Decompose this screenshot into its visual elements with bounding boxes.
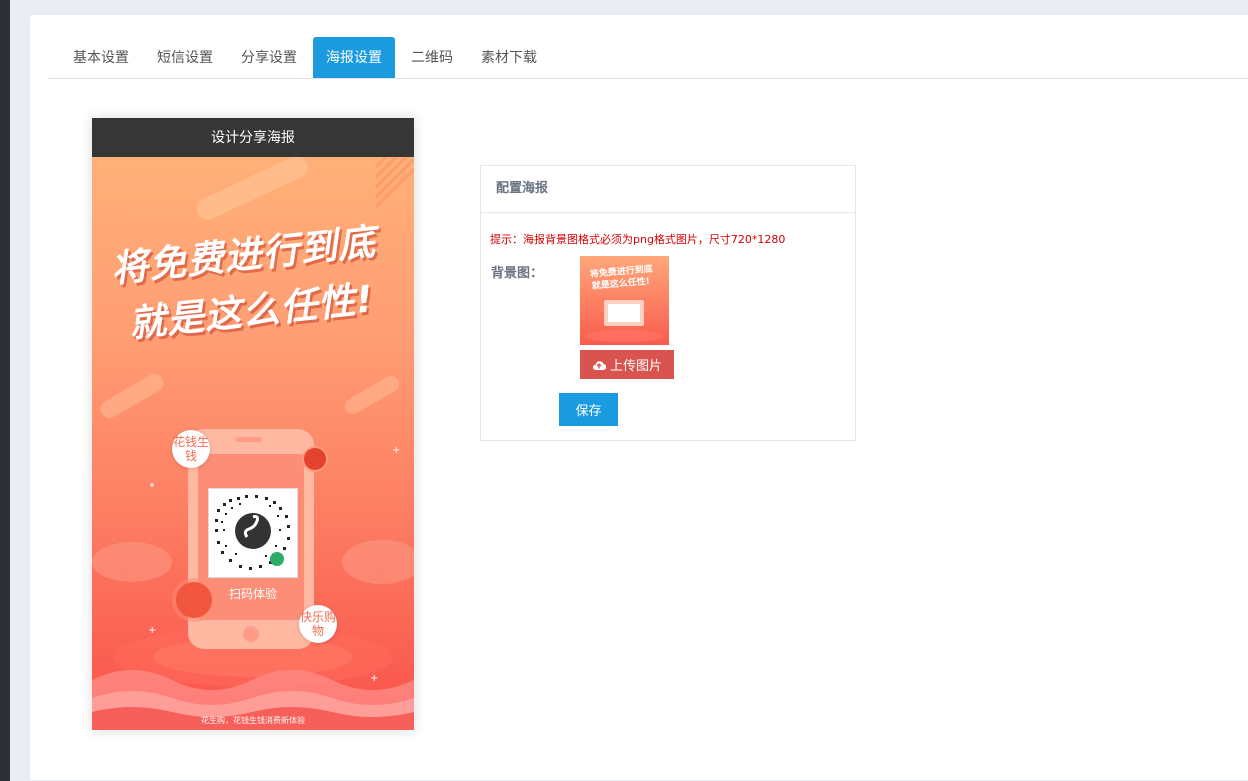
poster-preview: 设计分享海报 + + + 将免费进行到底 就是这么任性! 扫码体验 花钱生钱 快… <box>92 118 414 730</box>
tab-material-download[interactable]: 素材下载 <box>468 37 550 78</box>
tab-poster-settings[interactable]: 海报设置 <box>313 37 395 78</box>
poster-canvas: + + + 将免费进行到底 就是这么任性! 扫码体验 花钱生钱 快乐购物 花生购… <box>92 157 414 730</box>
card-title: 配置海报 <box>481 166 855 213</box>
svg-text:+: + <box>148 625 156 636</box>
bubble-make-money: 花钱生钱 <box>172 430 210 468</box>
tab-share-settings[interactable]: 分享设置 <box>228 37 310 78</box>
svg-text:+: + <box>392 445 400 456</box>
phone-coin-icon <box>176 582 212 618</box>
format-hint: 提示：海报背景图格式必须为png格式图片，尺寸720*1280 <box>490 233 786 246</box>
poster-footer: 花生购，花钱生钱消费新体验 <box>201 716 305 725</box>
save-button[interactable]: 保存 <box>559 393 618 426</box>
cloud-upload-icon <box>593 360 606 370</box>
main-panel: 基本设置 短信设置 分享设置 海报设置 二维码 素材下载 设计分享海报 + + … <box>30 15 1248 780</box>
poster-config-card: 配置海报 提示：海报背景图格式必须为png格式图片，尺寸720*1280 背景图… <box>480 165 856 441</box>
tab-bar: 基本设置 短信设置 分享设置 海报设置 二维码 素材下载 <box>48 37 1248 79</box>
bubble-happy-shopping: 快乐购物 <box>299 605 337 643</box>
tab-basic-settings[interactable]: 基本设置 <box>60 37 142 78</box>
upload-image-button[interactable]: 上传图片 <box>580 350 674 379</box>
tab-qrcode[interactable]: 二维码 <box>398 37 466 78</box>
poster-header: 设计分享海报 <box>92 118 414 157</box>
mini-program-icon <box>270 552 284 566</box>
coin-icon <box>302 446 328 472</box>
upload-label: 上传图片 <box>609 359 662 374</box>
left-rail <box>0 0 10 781</box>
scan-label: 扫码体验 <box>228 587 277 601</box>
background-thumbnail[interactable]: 将免费进行到底 就是这么任性! <box>580 256 669 345</box>
qr-code-icon <box>208 488 298 578</box>
tab-sms-settings[interactable]: 短信设置 <box>144 37 226 78</box>
background-label: 背景图： <box>491 266 544 281</box>
